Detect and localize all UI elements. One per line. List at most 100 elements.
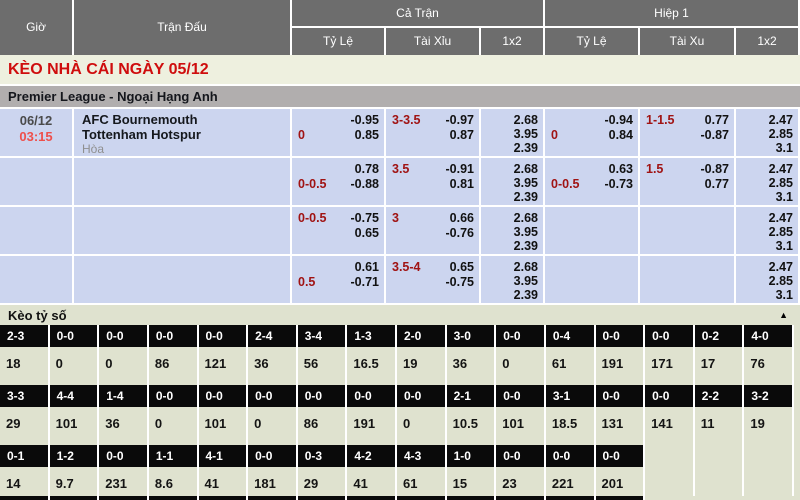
ft-handicap-cell[interactable]: 0-0.5-0.75 0.65 (292, 207, 384, 254)
odds-value[interactable]: -0.94 (605, 113, 634, 128)
away-team[interactable]: Tottenham Hotspur (82, 127, 290, 142)
score-odds-value[interactable]: 231 (99, 467, 147, 491)
h1-handicap-cell[interactable]: 0.63 0-0.5-0.73 (545, 158, 638, 205)
odds-value[interactable]: 0.77 (705, 177, 729, 192)
score-odds-value[interactable]: 101 (50, 407, 98, 431)
odds-1x2-away[interactable]: 3.1 (736, 190, 793, 204)
odds-value[interactable]: 0.78 (355, 162, 379, 177)
odds-1x2-draw[interactable]: 2.85 (736, 274, 793, 288)
score-odds-value[interactable]: 36 (248, 347, 296, 371)
odds-1x2-draw[interactable]: 2.85 (736, 127, 793, 141)
score-odds-value[interactable]: 0 (99, 347, 147, 371)
ft-overunder-cell[interactable]: 3.5-40.65 -0.75 (386, 256, 479, 303)
collapse-arrow-icon[interactable]: ▲ (779, 310, 788, 320)
odds-value[interactable]: -0.97 (446, 113, 475, 128)
odds-1x2-home[interactable]: 2.47 (736, 211, 793, 225)
odds-value[interactable]: 0.61 (355, 260, 379, 275)
score-odds-value[interactable]: 0 (248, 407, 296, 431)
odds-value[interactable]: -0.87 (701, 162, 730, 177)
odds-1x2-home[interactable]: 2.47 (736, 162, 793, 176)
score-odds-value[interactable]: 10.5 (447, 407, 495, 431)
score-odds-value[interactable]: 41 (199, 467, 247, 491)
league-header[interactable]: Premier League - Ngoại Hạng Anh (0, 86, 800, 107)
odds-1x2-home[interactable]: 2.47 (736, 260, 793, 274)
odds-1x2-draw[interactable]: 3.95 (481, 274, 538, 288)
score-odds-value[interactable]: 41 (347, 467, 395, 491)
ft-overunder-cell[interactable]: 3.5-0.91 0.81 (386, 158, 479, 205)
odds-1x2-away[interactable]: 3.1 (736, 239, 793, 253)
score-odds-value[interactable]: 86 (298, 407, 346, 431)
score-odds-value[interactable]: 17 (695, 347, 743, 371)
score-odds-value[interactable]: 16.5 (347, 347, 395, 371)
score-odds-value[interactable]: 36 (447, 347, 495, 371)
score-odds-value[interactable]: 29 (0, 407, 48, 431)
odds-1x2-draw[interactable]: 2.85 (736, 176, 793, 190)
score-odds-value[interactable]: 86 (149, 347, 197, 371)
score-odds-value[interactable]: 9.7 (50, 467, 98, 491)
score-section-header[interactable]: Kèo tỷ số ▲ (0, 305, 800, 325)
score-odds-value[interactable]: 36 (99, 407, 147, 431)
odds-1x2-home[interactable]: 2.68 (481, 211, 538, 225)
odds-value[interactable]: -0.88 (351, 177, 380, 192)
score-odds-value[interactable]: 191 (596, 347, 644, 371)
ft-1x2-cell[interactable]: 2.68 3.95 2.39 (481, 109, 543, 156)
odds-1x2-draw[interactable]: 3.95 (481, 176, 538, 190)
odds-1x2-draw[interactable]: 3.95 (481, 225, 538, 239)
odds-1x2-home[interactable]: 2.68 (481, 260, 538, 274)
ft-handicap-cell[interactable]: 0.61 0.5-0.71 (292, 256, 384, 303)
score-odds-value[interactable]: 131 (596, 407, 644, 431)
odds-1x2-away[interactable]: 2.39 (481, 190, 538, 204)
score-odds-value[interactable]: 171 (645, 347, 693, 371)
score-odds-value[interactable] (695, 467, 743, 476)
score-odds-value[interactable]: 201 (596, 467, 644, 491)
odds-value[interactable]: -0.73 (605, 177, 634, 192)
h1-1x2-cell[interactable]: 2.47 2.85 3.1 (736, 256, 798, 303)
odds-1x2-away[interactable]: 2.39 (481, 141, 538, 155)
score-odds-value[interactable]: 141 (645, 407, 693, 431)
match-teams-cell[interactable]: AFC Bournemouth Tottenham Hotspur Hòa (74, 109, 290, 156)
odds-1x2-away[interactable]: 2.39 (481, 288, 538, 302)
odds-value[interactable]: 0.81 (450, 177, 474, 192)
home-team[interactable]: AFC Bournemouth (82, 112, 290, 127)
odds-1x2-draw[interactable]: 2.85 (736, 225, 793, 239)
odds-value[interactable]: 0.84 (609, 128, 633, 143)
h1-handicap-cell[interactable]: -0.94 00.84 (545, 109, 638, 156)
score-odds-value[interactable]: 181 (248, 467, 296, 491)
odds-value[interactable]: 0.77 (705, 113, 729, 128)
score-odds-value[interactable]: 61 (546, 347, 594, 371)
odds-1x2-draw[interactable]: 3.95 (481, 127, 538, 141)
score-odds-value[interactable]: 56 (298, 347, 346, 371)
score-odds-value[interactable]: 15 (447, 467, 495, 491)
score-odds-value[interactable]: 61 (397, 467, 445, 491)
odds-1x2-home[interactable]: 2.68 (481, 162, 538, 176)
h1-overunder-cell[interactable]: 1.5-0.87 0.77 (640, 158, 734, 205)
score-odds-value[interactable]: 23 (496, 467, 544, 491)
odds-1x2-home[interactable]: 2.68 (481, 113, 538, 127)
score-odds-value[interactable]: 29 (298, 467, 346, 491)
score-odds-value[interactable]: 18.5 (546, 407, 594, 431)
odds-value[interactable]: 0.66 (450, 211, 474, 226)
score-odds-value[interactable]: 19 (397, 347, 445, 371)
odds-value[interactable]: -0.87 (701, 128, 730, 143)
odds-1x2-away[interactable]: 3.1 (736, 141, 793, 155)
score-odds-value[interactable]: 191 (347, 407, 395, 431)
ft-handicap-cell[interactable]: -0.95 00.85 (292, 109, 384, 156)
score-odds-value[interactable]: 18 (0, 347, 48, 371)
score-odds-value[interactable]: 0 (149, 407, 197, 431)
odds-value[interactable]: 0.65 (450, 260, 474, 275)
odds-value[interactable]: 0.87 (450, 128, 474, 143)
ft-1x2-cell[interactable]: 2.68 3.95 2.39 (481, 207, 543, 254)
odds-value[interactable]: -0.91 (446, 162, 475, 177)
odds-value[interactable]: 0.63 (609, 162, 633, 177)
score-odds-value[interactable]: 0 (496, 347, 544, 371)
odds-value[interactable]: -0.95 (351, 113, 380, 128)
odds-1x2-home[interactable]: 2.47 (736, 113, 793, 127)
odds-value[interactable]: 0.85 (355, 128, 379, 143)
score-odds-value[interactable]: 76 (744, 347, 792, 371)
ft-1x2-cell[interactable]: 2.68 3.95 2.39 (481, 256, 543, 303)
odds-1x2-away[interactable]: 2.39 (481, 239, 538, 253)
score-odds-value[interactable] (744, 467, 792, 476)
score-odds-value[interactable]: 0 (50, 347, 98, 371)
h1-1x2-cell[interactable]: 2.47 2.85 3.1 (736, 158, 798, 205)
ft-handicap-cell[interactable]: 0.78 0-0.5-0.88 (292, 158, 384, 205)
